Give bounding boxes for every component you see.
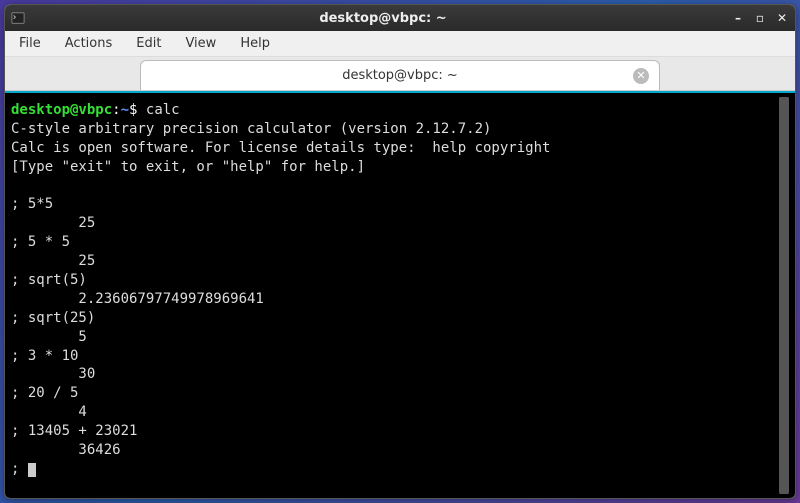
menu-view[interactable]: View [181,34,220,53]
prompt-colon: : [112,102,120,118]
menu-file[interactable]: File [15,34,45,53]
scrollbar[interactable] [779,97,789,494]
calc-result-4: 5 [11,329,87,345]
menu-help[interactable]: Help [236,34,274,53]
prompt-path: ~ [121,102,129,118]
calc-input-7: ; 13405 + 23021 [11,423,137,439]
calc-header-3: [Type "exit" to exit, or "help" for help… [11,159,365,175]
tab-terminal[interactable]: desktop@vbpc: ~ ✕ [140,60,660,90]
calc-header-2: Calc is open software. For license detai… [11,140,550,156]
calc-prompt: ; [11,461,28,477]
calc-input-2: ; 5 * 5 [11,234,70,250]
minimize-button[interactable]: – [731,11,745,25]
scrollbar-thumb[interactable] [779,97,789,494]
prompt-userhost: desktop@vbpc [11,102,112,118]
titlebar: desktop@vbpc: ~ – ▫ ✕ [5,5,795,31]
maximize-button[interactable]: ▫ [753,11,767,25]
terminal-area[interactable]: desktop@vbpc:~$ calc C-style arbitrary p… [5,91,795,498]
calc-result-7: 36426 [11,442,121,458]
calc-result-1: 25 [11,215,95,231]
menu-edit[interactable]: Edit [132,34,165,53]
terminal-window: desktop@vbpc: ~ – ▫ ✕ File Actions Edit … [4,4,796,499]
close-button[interactable]: ✕ [775,11,789,25]
menu-actions[interactable]: Actions [61,34,117,53]
calc-input-5: ; 3 * 10 [11,348,78,364]
prompt-dollar: $ [129,102,146,118]
calc-result-6: 4 [11,404,87,420]
tabbar: desktop@vbpc: ~ ✕ [5,57,795,91]
calc-input-4: ; sqrt(25) [11,310,95,326]
window-title: desktop@vbpc: ~ [35,11,731,26]
terminal-icon [11,11,25,25]
tab-label: desktop@vbpc: ~ [342,68,458,83]
calc-header-1: C-style arbitrary precision calculator (… [11,121,491,137]
cursor [28,463,36,477]
calc-input-6: ; 20 / 5 [11,385,78,401]
command-text: calc [146,102,180,118]
terminal-output[interactable]: desktop@vbpc:~$ calc C-style arbitrary p… [9,97,775,494]
calc-result-5: 30 [11,366,95,382]
calc-result-3: 2.23606797749978969641 [11,291,264,307]
tab-close-button[interactable]: ✕ [633,68,649,84]
calc-result-2: 25 [11,253,95,269]
calc-input-1: ; 5*5 [11,196,53,212]
menubar: File Actions Edit View Help [5,31,795,57]
calc-input-3: ; sqrt(5) [11,272,87,288]
